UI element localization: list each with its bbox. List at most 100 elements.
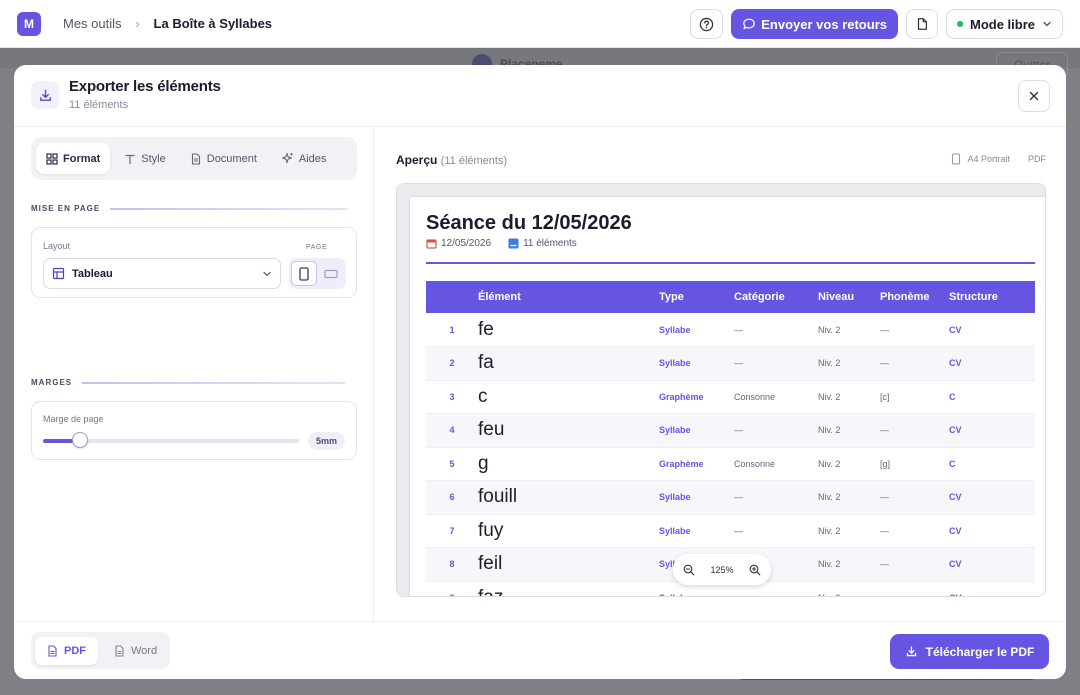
column-header-level: Niveau <box>818 281 880 313</box>
cell-number: 5 <box>426 447 478 481</box>
export-dialog: Exporter les éléments 11 éléments Format… <box>14 65 1066 679</box>
column-header-element: Élément <box>478 281 659 313</box>
zoom-controls: 125% <box>673 554 771 585</box>
cell-structure: CV <box>949 547 1035 582</box>
feedback-label: Envoyer vos retours <box>761 16 887 32</box>
download-label: Télécharger le PDF <box>925 644 1035 659</box>
cell-level: Niv. 2 <box>818 581 880 596</box>
cell-type: Syllabe <box>659 480 734 515</box>
layout-value: Tableau <box>72 267 113 280</box>
slider-handle[interactable] <box>72 432 88 448</box>
document-preview[interactable]: Séance du 12/05/2026 12/05/2026 11 éléme… <box>396 183 1046 597</box>
dialog-footer: PDF Word Télécharger le PDF <box>14 621 1066 679</box>
paper-size-label: A4 Portrait <box>967 154 1010 164</box>
dialog-header: Exporter les éléments 11 éléments <box>14 65 1066 127</box>
cell-number: 4 <box>426 413 478 448</box>
cell-structure: CV <box>949 480 1035 515</box>
notes-button[interactable] <box>905 9 938 39</box>
cell-element: fuy <box>478 514 659 548</box>
section-heading-text: MISE EN PAGE <box>31 204 101 213</box>
word-file-icon <box>115 644 124 657</box>
table-row: 5 g Graphème Consonne Niv. 2 [g] C <box>426 447 1035 481</box>
tab-style[interactable]: Style <box>114 143 175 174</box>
cell-structure: CV <box>949 346 1035 381</box>
table-row: 3 c Graphème Consonne Niv. 2 [c] C <box>426 380 1035 414</box>
table-row: 7 fuy Syllabe — Niv. 2— CV <box>426 514 1035 548</box>
cell-element: feil <box>478 547 659 582</box>
cell-number: 2 <box>426 346 478 381</box>
cell-structure: C <box>949 447 1035 481</box>
tab-document[interactable]: Document <box>180 143 267 174</box>
table-row: 6 fouill Syllabe — Niv. 2— CV <box>426 480 1035 515</box>
zoom-out-icon[interactable] <box>683 564 695 576</box>
status-dot <box>956 21 963 27</box>
cell-element: feu <box>478 413 659 448</box>
zoom-level: 125% <box>710 564 734 575</box>
tab-format[interactable]: Format <box>36 143 111 174</box>
landscape-page-icon <box>324 269 338 278</box>
format-label: PDF <box>1028 154 1046 164</box>
download-pdf-button[interactable]: Télécharger le PDF <box>890 634 1049 669</box>
breadcrumb-separator: › <box>135 16 140 31</box>
cell-phoneme: — <box>880 413 949 448</box>
sparkles-icon <box>281 152 293 164</box>
breadcrumb-root[interactable]: Mes outils <box>63 16 122 31</box>
zoom-in-icon[interactable] <box>749 564 761 576</box>
table-icon <box>52 267 65 280</box>
preview-title-text: Aperçu <box>396 153 438 167</box>
cell-number: 3 <box>426 380 478 414</box>
section-divider <box>110 207 349 210</box>
preview-meta: A4 Portrait PDF <box>951 153 1046 165</box>
margin-card: Marge de page 5mm <box>31 401 357 460</box>
cell-phoneme: — <box>880 547 949 582</box>
column-header-number: # <box>426 281 478 313</box>
cell-category: — <box>734 514 818 548</box>
cell-element: g <box>478 447 659 481</box>
calendar-icon <box>426 239 437 249</box>
settings-panel: Format Style Document Aides MISE EN PAGE… <box>14 128 374 621</box>
format-word-label: Word <box>131 644 158 657</box>
tab-label: Style <box>141 152 166 165</box>
cell-phoneme: — <box>880 313 949 347</box>
document-count: 11 éléments <box>508 238 577 249</box>
chevron-down-icon <box>1043 21 1051 27</box>
abc-icon <box>508 238 519 249</box>
cell-category: — <box>734 346 818 381</box>
cell-structure: CV <box>949 413 1035 448</box>
mode-label: Mode libre <box>969 16 1035 32</box>
tab-label: Aides <box>298 152 327 165</box>
format-pdf-button[interactable]: PDF <box>35 636 98 665</box>
cell-type: Syllabe <box>659 514 734 548</box>
cell-category: — <box>734 480 818 515</box>
breadcrumb-current: La Boîte à Syllabes <box>153 16 273 31</box>
cell-category: — <box>734 413 818 448</box>
preview-title: Aperçu (11 éléments) <box>396 153 507 167</box>
mode-selector[interactable]: Mode libre <box>945 9 1063 39</box>
cell-level: Niv. 2 <box>818 413 880 448</box>
top-actions: Envoyer vos retours Mode libre <box>690 9 1063 39</box>
close-button[interactable] <box>1018 80 1050 112</box>
document-icon <box>191 152 200 165</box>
layout-select[interactable]: Tableau <box>43 258 281 289</box>
cell-element: fe <box>478 313 659 347</box>
feedback-button[interactable]: Envoyer vos retours <box>731 9 898 39</box>
cell-phoneme: — <box>880 346 949 381</box>
cell-phoneme: [g] <box>880 447 949 481</box>
format-word-button[interactable]: Word <box>102 637 169 665</box>
tab-aides[interactable]: Aides <box>271 143 337 174</box>
chat-bubble-icon <box>743 18 756 30</box>
paper-size: A4 Portrait <box>951 153 1010 165</box>
download-icon <box>906 646 916 657</box>
help-button[interactable] <box>690 9 724 39</box>
document-date: 12/05/2026 <box>426 238 491 249</box>
portrait-button[interactable] <box>291 261 317 286</box>
cell-element: fa <box>478 346 659 381</box>
landscape-button[interactable] <box>319 261 344 286</box>
document-date-text: 12/05/2026 <box>441 238 492 249</box>
section-heading-text: MARGES <box>31 378 73 387</box>
title-underline <box>426 262 1035 264</box>
margin-slider[interactable] <box>43 432 299 448</box>
cell-type: Syllabe <box>659 313 734 347</box>
app-logo[interactable]: M <box>17 11 41 36</box>
tab-label: Format <box>63 152 101 165</box>
